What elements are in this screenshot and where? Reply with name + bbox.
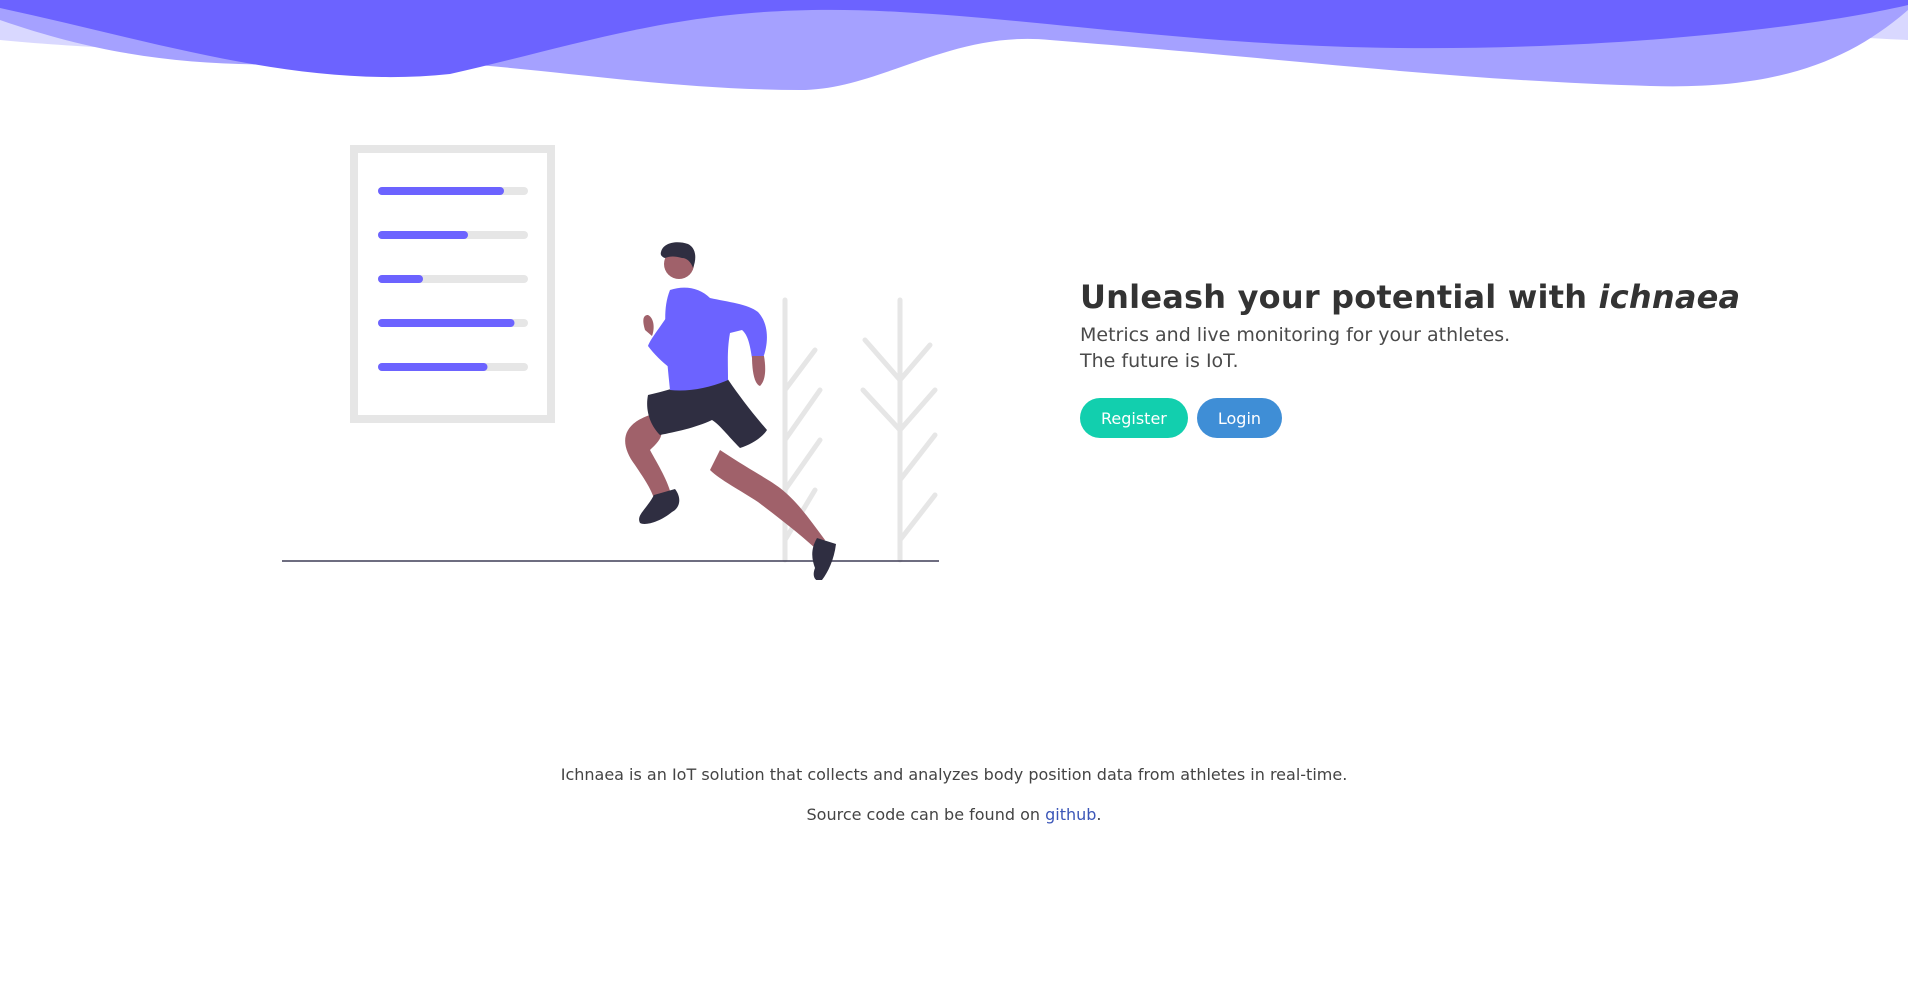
hero-subtitle-line1: Metrics and live monitoring for your ath… <box>1080 324 1511 346</box>
runner-back-hand <box>643 315 654 336</box>
progress-fill <box>378 363 488 371</box>
source-code-suffix: . <box>1096 805 1102 824</box>
register-button[interactable]: Register <box>1080 398 1188 438</box>
source-code-note: Source code can be found on github. <box>0 804 1908 826</box>
progress-fill <box>378 231 468 239</box>
footer-section: Ichnaea is an IoT solution that collects… <box>0 764 1908 844</box>
hero-title-prefix: Unleash your potential with <box>1080 278 1599 316</box>
header-wave-decoration <box>0 0 1908 90</box>
project-description: Ichnaea is an IoT solution that collects… <box>560 765 1348 784</box>
source-code-prefix: Source code can be found on <box>806 805 1046 824</box>
github-link[interactable]: github <box>1045 805 1096 824</box>
hero-section: Unleash your potential with ichnaea Metr… <box>1080 278 1840 438</box>
hero-title: Unleash your potential with ichnaea <box>1080 278 1840 316</box>
hero-title-brand: ichnaea <box>1598 278 1741 316</box>
hero-subtitle-line2: The future is IoT. <box>1080 350 1239 372</box>
runner-front-hand <box>752 356 766 386</box>
runner-illustration <box>282 145 939 580</box>
landing-page: Unleash your potential with ichnaea Metr… <box>0 0 1908 981</box>
runner-back-shoe <box>639 489 680 524</box>
tree-right-icon <box>860 297 938 563</box>
login-button[interactable]: Login <box>1196 398 1283 438</box>
runner-shirt <box>665 287 767 391</box>
runner-front-shoe <box>812 538 836 580</box>
hero-buttons: Register Login <box>1080 398 1840 438</box>
hero-subtitle: Metrics and live monitoring for your ath… <box>1080 322 1840 374</box>
progress-fill <box>378 319 515 327</box>
progress-fill <box>378 275 423 283</box>
progress-fill <box>378 187 504 195</box>
